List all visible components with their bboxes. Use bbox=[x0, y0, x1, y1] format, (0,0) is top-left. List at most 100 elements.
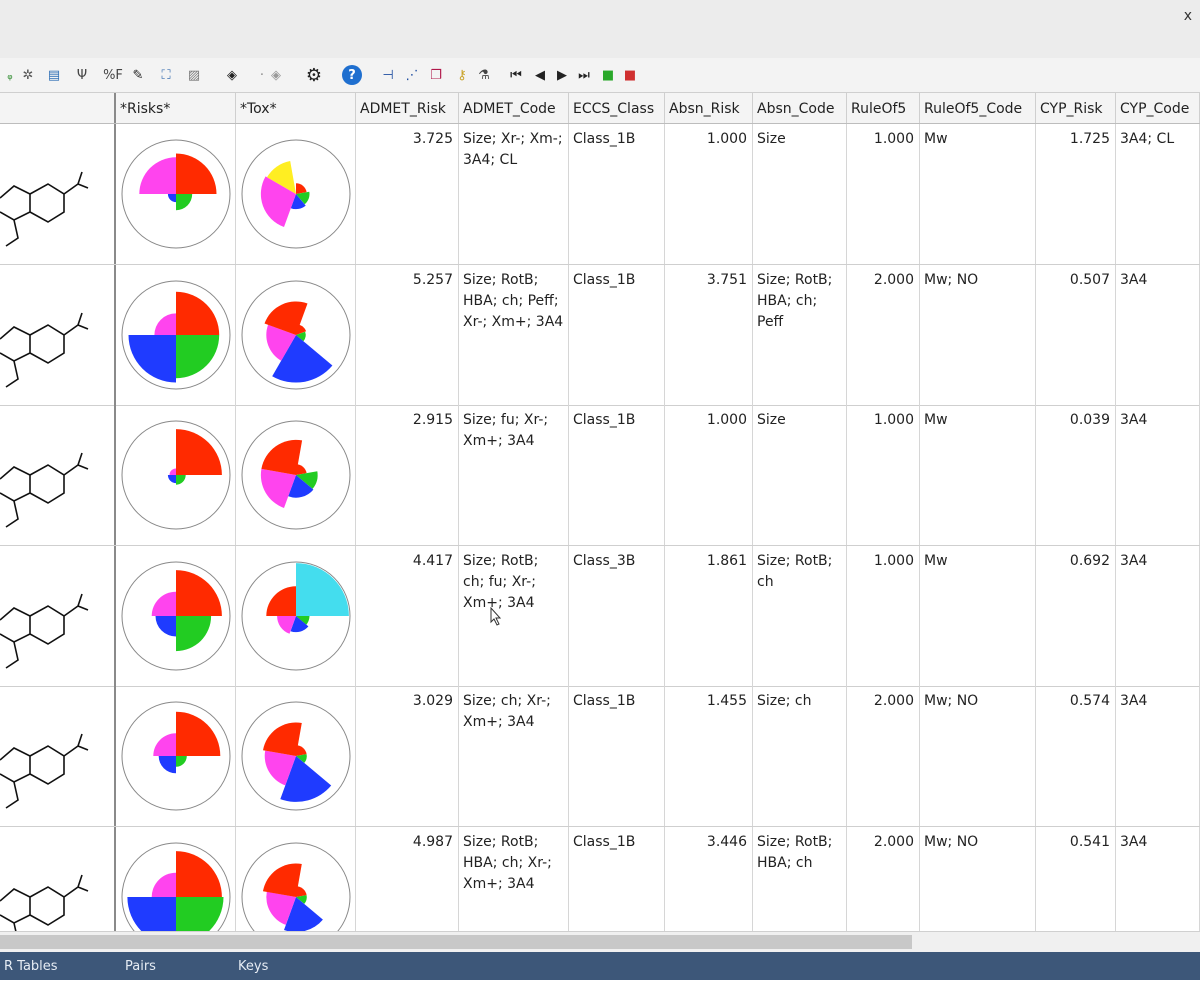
red-square-icon[interactable]: ■ bbox=[620, 64, 640, 86]
tox-pie-chart bbox=[241, 701, 351, 811]
tool-plot-icon[interactable]: ▨ bbox=[184, 64, 204, 86]
absn-risk-cell: 1.000 bbox=[665, 124, 753, 264]
tool-percent-f-icon[interactable]: %F bbox=[100, 64, 126, 86]
tool-tree-icon[interactable]: ⊣ bbox=[378, 64, 398, 86]
column-header-row: *Risks* *Tox* ADMET_Risk ADMET_Code ECCS… bbox=[0, 93, 1200, 124]
tox-pie-chart bbox=[241, 420, 351, 530]
table-row[interactable]: 3.029 Size; ch; Xr-; Xm+; 3A4 Class_1B 1.45… bbox=[0, 686, 1200, 827]
absn-code-cell: Size; ch bbox=[753, 686, 847, 826]
pie-slice-0 bbox=[176, 429, 222, 475]
ruleof5-cell: 2.000 bbox=[847, 686, 920, 826]
pie-slice-5 bbox=[296, 562, 349, 616]
table-row[interactable]: 4.417 Size; RotB; ch; fu; Xr-; Xm+; 3A4 Cl… bbox=[0, 545, 1200, 687]
gear-icon[interactable]: ⚙ bbox=[304, 64, 324, 86]
risks-pie-chart bbox=[121, 280, 231, 389]
cyp-code-cell: 3A4 bbox=[1116, 826, 1200, 931]
table-row[interactable]: 3.725 Size; Xr-; Xm-; 3A4; CL Class_1B 1.00… bbox=[0, 124, 1200, 265]
tool-scatter-icon[interactable]: ⋰ bbox=[402, 64, 422, 86]
admet-code-cell: Size; ch; Xr-; Xm+; 3A4 bbox=[459, 686, 569, 826]
column-header-admet-risk[interactable]: ADMET_Risk bbox=[356, 93, 459, 123]
risks-chart-cell bbox=[116, 545, 236, 686]
column-header-admet-code[interactable]: ADMET_Code bbox=[459, 93, 569, 123]
admet-risk-cell: 5.257 bbox=[356, 264, 459, 405]
bottom-tab-bar: R Tables Pairs Keys bbox=[0, 952, 1200, 980]
tab-r-tables[interactable]: R Tables bbox=[4, 952, 58, 980]
column-header-absn-code[interactable]: Absn_Code bbox=[753, 93, 847, 123]
ruleof5-code-cell: Mw bbox=[920, 545, 1036, 686]
tool-image-icon[interactable]: ▤ bbox=[44, 64, 64, 86]
molecule-bonds bbox=[0, 312, 89, 388]
column-header-cyp-risk[interactable]: CYP_Risk bbox=[1036, 93, 1116, 123]
tab-pairs[interactable]: Pairs bbox=[125, 952, 156, 980]
column-header-ruleof5-code[interactable]: RuleOf5_Code bbox=[920, 93, 1036, 123]
table-row[interactable]: 5.257 Size; RotB; HBA; ch; Peff; Xr-; Xm+… bbox=[0, 264, 1200, 406]
pie-slice-0 bbox=[176, 569, 222, 616]
ruleof5-cell: 1.000 bbox=[847, 545, 920, 686]
tool-chart-icon[interactable]: ⛶ bbox=[156, 64, 176, 86]
close-icon[interactable]: x bbox=[1184, 8, 1192, 24]
risks-pie-chart bbox=[121, 420, 231, 530]
eccs-class-cell: Class_1B bbox=[569, 826, 665, 931]
tool-asterisk-icon[interactable]: ✲ bbox=[18, 64, 38, 86]
cyp-risk-cell: 1.725 bbox=[1036, 124, 1116, 264]
scrollbar-thumb[interactable] bbox=[0, 935, 912, 949]
cyp-risk-cell: 0.039 bbox=[1036, 405, 1116, 545]
tool-copy-icon[interactable]: ❐ bbox=[426, 64, 446, 86]
eccs-class-cell: Class_3B bbox=[569, 545, 665, 686]
help-icon[interactable]: ? bbox=[342, 65, 362, 85]
column-header-tox[interactable]: *Tox* bbox=[236, 93, 356, 123]
molecule-structure-image bbox=[0, 312, 89, 388]
molecule-structure-image bbox=[0, 874, 89, 931]
table-row[interactable]: 4.987 Size; RotB; HBA; ch; Xr-; Xm+; 3A4 C… bbox=[0, 826, 1200, 931]
cyp-code-cell: 3A4; CL bbox=[1116, 124, 1200, 264]
green-square-icon[interactable]: ■ bbox=[598, 64, 618, 86]
ruleof5-code-cell: Mw; NO bbox=[920, 264, 1036, 405]
admet-risk-cell: 4.417 bbox=[356, 545, 459, 686]
tool-green-icon[interactable]: ᵩ bbox=[0, 64, 20, 86]
column-header-eccs-class[interactable]: ECCS_Class bbox=[569, 93, 665, 123]
data-grid: *Risks* *Tox* ADMET_Risk ADMET_Code ECCS… bbox=[0, 93, 1200, 931]
molecule-structure-image bbox=[0, 593, 89, 669]
column-header-absn-risk[interactable]: Absn_Risk bbox=[665, 93, 753, 123]
ruleof5-code-cell: Mw; NO bbox=[920, 826, 1036, 931]
first-page-icon[interactable]: ⏮ bbox=[506, 64, 526, 86]
flask-icon[interactable]: ⚗ bbox=[474, 64, 494, 86]
key-icon[interactable]: ⚷ bbox=[452, 64, 472, 86]
admet-risk-cell: 4.987 bbox=[356, 826, 459, 931]
tool-eraser-icon[interactable]: ✎ bbox=[128, 64, 148, 86]
table-row[interactable]: 2.915 Size; fu; Xr-; Xm+; 3A4 Class_1B 1.00… bbox=[0, 405, 1200, 546]
tab-keys[interactable]: Keys bbox=[238, 952, 268, 980]
absn-code-cell: Size; RotB; HBA; ch; Peff bbox=[753, 264, 847, 405]
column-header-ruleof5[interactable]: RuleOf5 bbox=[847, 93, 920, 123]
tox-chart-cell bbox=[236, 405, 356, 545]
pie-slice-2 bbox=[128, 334, 176, 382]
tox-chart-cell bbox=[236, 826, 356, 931]
risks-pie-chart bbox=[121, 139, 231, 249]
column-header-cyp-code[interactable]: CYP_Code bbox=[1116, 93, 1200, 123]
cyp-risk-cell: 0.574 bbox=[1036, 686, 1116, 826]
tool-cube-gray-icon[interactable]: ◈ bbox=[266, 64, 286, 86]
column-header-structure[interactable] bbox=[0, 93, 116, 123]
cyp-code-cell: 3A4 bbox=[1116, 545, 1200, 686]
column-header-risks[interactable]: *Risks* bbox=[116, 93, 236, 123]
cyp-code-cell: 3A4 bbox=[1116, 686, 1200, 826]
admet-code-cell: Size; Xr-; Xm-; 3A4; CL bbox=[459, 124, 569, 264]
admet-risk-cell: 2.915 bbox=[356, 405, 459, 545]
absn-code-cell: Size bbox=[753, 405, 847, 545]
cyp-risk-cell: 0.692 bbox=[1036, 545, 1116, 686]
admet-code-cell: Size; RotB; HBA; ch; Peff; Xr-; Xm+; 3A4 bbox=[459, 264, 569, 405]
ruleof5-cell: 1.000 bbox=[847, 124, 920, 264]
absn-risk-cell: 3.446 bbox=[665, 826, 753, 931]
prev-icon[interactable]: ◀ bbox=[530, 64, 550, 86]
last-page-icon[interactable]: ⏭ bbox=[574, 64, 594, 86]
toolbar: ᵩ ✲ ▤ Ψ %F ✎ ⛶ ▨ ◈ · ◈ ⚙? ⊣ ⋰ ❐ ⚷ ⚗ ⏮ ◀ ▶ ⏭ ■ ■ bbox=[0, 58, 1200, 93]
tool-cube-icon[interactable]: ◈ bbox=[222, 64, 242, 86]
ruleof5-cell: 2.000 bbox=[847, 264, 920, 405]
risks-chart-cell bbox=[116, 686, 236, 826]
eccs-class-cell: Class_1B bbox=[569, 264, 665, 405]
absn-code-cell: Size; RotB; ch bbox=[753, 545, 847, 686]
tool-fork-icon[interactable]: Ψ bbox=[72, 64, 92, 86]
admet-code-cell: Size; RotB; ch; fu; Xr-; Xm+; 3A4 bbox=[459, 545, 569, 686]
next-icon[interactable]: ▶ bbox=[552, 64, 572, 86]
horizontal-scrollbar[interactable] bbox=[0, 931, 1200, 952]
